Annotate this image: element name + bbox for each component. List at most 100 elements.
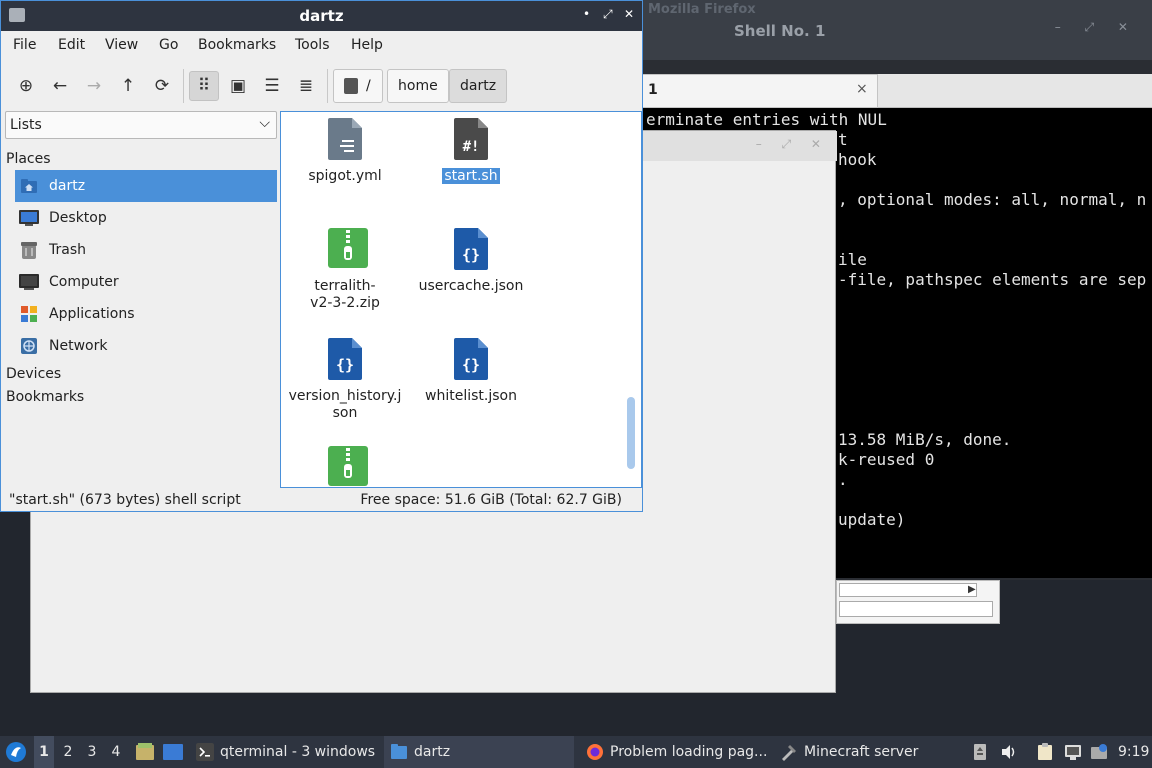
file-name: start.sh bbox=[442, 168, 500, 184]
file-manager-launcher[interactable] bbox=[134, 736, 156, 768]
sidebar-item-dartz[interactable]: dartz bbox=[15, 170, 277, 202]
sidebar-item-desktop[interactable]: Desktop bbox=[15, 202, 277, 234]
sidebar-item-label: Desktop bbox=[49, 210, 107, 226]
devices-header[interactable]: Devices bbox=[6, 366, 61, 382]
minimize-button[interactable]: • bbox=[583, 7, 590, 21]
tray-removable-icon[interactable] bbox=[970, 736, 990, 768]
file-list[interactable]: spigot.yml #! start.sh terralith- v2-3-2… bbox=[280, 111, 642, 488]
sidebar-item-computer[interactable]: Computer bbox=[15, 266, 277, 298]
background-window-buttons[interactable]: – ⤢ ✕ bbox=[756, 137, 829, 152]
taskbar: 1 2 3 4 qterminal - 3 windows dartz Prob… bbox=[0, 736, 1152, 768]
notification-icon[interactable] bbox=[1088, 736, 1110, 768]
icon-view-icon[interactable]: ⠿ bbox=[189, 71, 219, 101]
file-name-selected: start.sh bbox=[411, 168, 531, 185]
terminal-tab-label: 1 bbox=[648, 82, 658, 98]
sidebar-item-label: Trash bbox=[49, 242, 86, 258]
thumbnail-view-icon[interactable]: ▣ bbox=[223, 71, 253, 101]
places-header[interactable]: Places bbox=[6, 151, 51, 167]
trash-icon bbox=[19, 240, 39, 260]
sidebar: Lists ⌵ Places dartz Desktop Trash Compu… bbox=[5, 111, 277, 491]
scroll-right-icon[interactable]: ▶ bbox=[968, 584, 976, 595]
terminal-title: Shell No. 1 bbox=[734, 22, 826, 40]
json-file-icon: {} bbox=[328, 338, 362, 380]
close-icon[interactable]: × bbox=[856, 81, 868, 97]
clock[interactable]: 9:19 bbox=[1118, 736, 1149, 768]
task-dartz[interactable]: dartz bbox=[384, 736, 574, 768]
terminal-titlebar: Mozilla Firefox Shell No. 1 – ⤢ ✕ bbox=[642, 0, 1152, 60]
menu-go[interactable]: Go bbox=[159, 37, 178, 53]
file-name: whitelist.json bbox=[425, 388, 517, 404]
task-minecraft-server[interactable]: Minecraft server bbox=[774, 736, 924, 768]
new-tab-icon[interactable]: ⊕ bbox=[11, 71, 41, 101]
drive-icon bbox=[344, 78, 358, 94]
file-item-terralith-zip[interactable]: terralith- v2-3-2.zip bbox=[285, 228, 405, 312]
sidebar-item-label: Computer bbox=[49, 274, 119, 290]
horizontal-scrollbar[interactable]: ▶ bbox=[839, 583, 977, 597]
volume-icon[interactable] bbox=[998, 736, 1020, 768]
vertical-scrollbar[interactable] bbox=[627, 397, 635, 469]
back-icon[interactable]: ← bbox=[45, 71, 75, 101]
forward-icon[interactable]: → bbox=[79, 71, 109, 101]
bookmarks-header[interactable]: Bookmarks bbox=[6, 389, 84, 405]
sidebar-view-select[interactable]: Lists ⌵ bbox=[5, 111, 277, 139]
clipboard-icon[interactable] bbox=[1034, 736, 1056, 768]
menu-help[interactable]: Help bbox=[351, 37, 383, 53]
file-manager-window: dartz • ⤢ ✕ File Edit View Go Bookmarks … bbox=[0, 0, 643, 512]
sidebar-item-label: dartz bbox=[49, 178, 86, 194]
menu-file[interactable]: File bbox=[13, 37, 36, 53]
terminal-tab[interactable]: 1 × bbox=[642, 74, 878, 108]
json-glyph: {} bbox=[336, 356, 354, 374]
terminal-window-buttons[interactable]: – ⤢ ✕ bbox=[1055, 20, 1138, 35]
terminal-icon bbox=[196, 743, 214, 761]
input-field[interactable] bbox=[839, 601, 993, 617]
terminal-line: . bbox=[838, 470, 848, 489]
file-item-usercache-json[interactable]: {} usercache.json bbox=[411, 228, 531, 295]
text-file-icon bbox=[328, 118, 362, 160]
sidebar-item-applications[interactable]: Applications bbox=[15, 298, 277, 330]
scroll-widget[interactable]: ▶ bbox=[836, 580, 1000, 624]
show-desktop-button[interactable] bbox=[162, 736, 184, 768]
menu-bar: File Edit View Go Bookmarks Tools Help bbox=[1, 31, 642, 61]
start-menu-button[interactable] bbox=[4, 736, 28, 768]
file-item-spigot-yml[interactable]: spigot.yml bbox=[285, 118, 405, 185]
file-item-version-history-json[interactable]: {} version_history.j son bbox=[285, 338, 405, 422]
breadcrumb-dartz[interactable]: dartz bbox=[449, 69, 508, 103]
menu-bookmarks[interactable]: Bookmarks bbox=[198, 37, 276, 53]
breadcrumb-home[interactable]: home bbox=[387, 69, 449, 103]
reload-icon[interactable]: ⟳ bbox=[147, 71, 177, 101]
network-tray-icon[interactable] bbox=[1062, 736, 1084, 768]
applications-icon bbox=[19, 304, 39, 324]
terminal-line: hook bbox=[838, 150, 877, 169]
compact-view-icon[interactable]: ☰ bbox=[257, 71, 287, 101]
up-icon[interactable]: ↑ bbox=[113, 71, 143, 101]
close-button[interactable]: ✕ bbox=[624, 7, 634, 21]
file-item-start-sh[interactable]: #! start.sh bbox=[411, 118, 531, 185]
menu-tools[interactable]: Tools bbox=[295, 37, 330, 53]
desktop-2[interactable]: 2 bbox=[58, 736, 78, 768]
computer-icon bbox=[19, 272, 39, 292]
sidebar-view-value: Lists bbox=[10, 117, 42, 133]
desktop-4[interactable]: 4 bbox=[106, 736, 126, 768]
task-label: Problem loading pag... bbox=[610, 744, 768, 760]
sidebar-item-trash[interactable]: Trash bbox=[15, 234, 277, 266]
sidebar-item-network[interactable]: Network bbox=[15, 330, 277, 362]
detail-view-icon[interactable]: ≣ bbox=[291, 71, 321, 101]
file-name: version_history.j son bbox=[288, 388, 402, 421]
script-file-icon: #! bbox=[454, 118, 488, 160]
menu-view[interactable]: View bbox=[105, 37, 138, 53]
menu-edit[interactable]: Edit bbox=[58, 37, 85, 53]
breadcrumb-root[interactable]: / bbox=[333, 69, 383, 103]
desktop-3[interactable]: 3 bbox=[82, 736, 102, 768]
firefox-icon bbox=[587, 744, 603, 760]
sidebar-item-label: Applications bbox=[49, 306, 135, 322]
home-folder-icon bbox=[19, 176, 39, 196]
desktop-1[interactable]: 1 bbox=[34, 736, 54, 768]
task-label: dartz bbox=[414, 744, 451, 760]
file-item-whitelist-json[interactable]: {} whitelist.json bbox=[411, 338, 531, 405]
task-firefox[interactable]: Problem loading pag... bbox=[580, 736, 773, 768]
file-item-zip-partial[interactable] bbox=[285, 446, 405, 487]
folder-icon bbox=[391, 744, 407, 759]
toolbar-separator bbox=[183, 69, 184, 103]
task-qterminal[interactable]: qterminal - 3 windows bbox=[190, 736, 381, 768]
maximize-button[interactable]: ⤢ bbox=[603, 7, 613, 22]
